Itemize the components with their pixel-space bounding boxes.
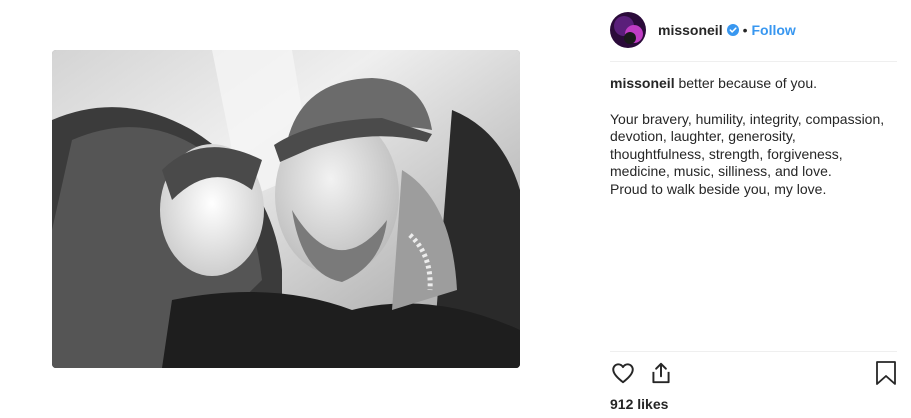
avatar[interactable] (610, 12, 646, 48)
follow-button[interactable]: Follow (752, 22, 796, 38)
post-header: missoneil • Follow (610, 0, 891, 60)
caption-line: thoughtfulness, strength, forgiveness, (610, 145, 843, 162)
caption-line: medicine, music, silliness, and love. (610, 163, 832, 179)
caption-first-line: missoneil better because of you. (610, 75, 900, 93)
username[interactable]: missoneil (658, 22, 723, 38)
likes-number: 912 (610, 396, 634, 412)
post-photo-image (52, 50, 520, 368)
post-actions (610, 360, 900, 388)
caption-line: Your bravery, humility, integrity, compa… (610, 110, 885, 127)
likes-count[interactable]: 912 likes (610, 396, 668, 412)
actions-divider (610, 351, 897, 352)
caption-gap (610, 93, 900, 111)
media-panel (0, 0, 590, 418)
avatar-image (610, 12, 646, 48)
header-separator: • (742, 22, 748, 38)
caption-username[interactable]: missoneil (610, 75, 675, 91)
likes-label: likes (637, 396, 669, 412)
heart-outline-icon[interactable] (610, 360, 636, 388)
post-sidebar: missoneil • Follow missoneil better beca… (590, 0, 911, 418)
caption-line: devotion, laughter, generosity, (610, 128, 796, 144)
post-caption: missoneil better because of you. Your br… (610, 75, 900, 198)
caption-line: Proud to walk beside you, my love. (610, 180, 827, 197)
verified-badge-icon (726, 24, 739, 36)
header-divider (610, 61, 897, 62)
caption-first-text: better because of you. (678, 75, 818, 91)
post-photo[interactable] (52, 50, 520, 368)
share-upload-icon[interactable] (648, 360, 674, 388)
bookmark-outline-icon[interactable] (874, 360, 900, 388)
